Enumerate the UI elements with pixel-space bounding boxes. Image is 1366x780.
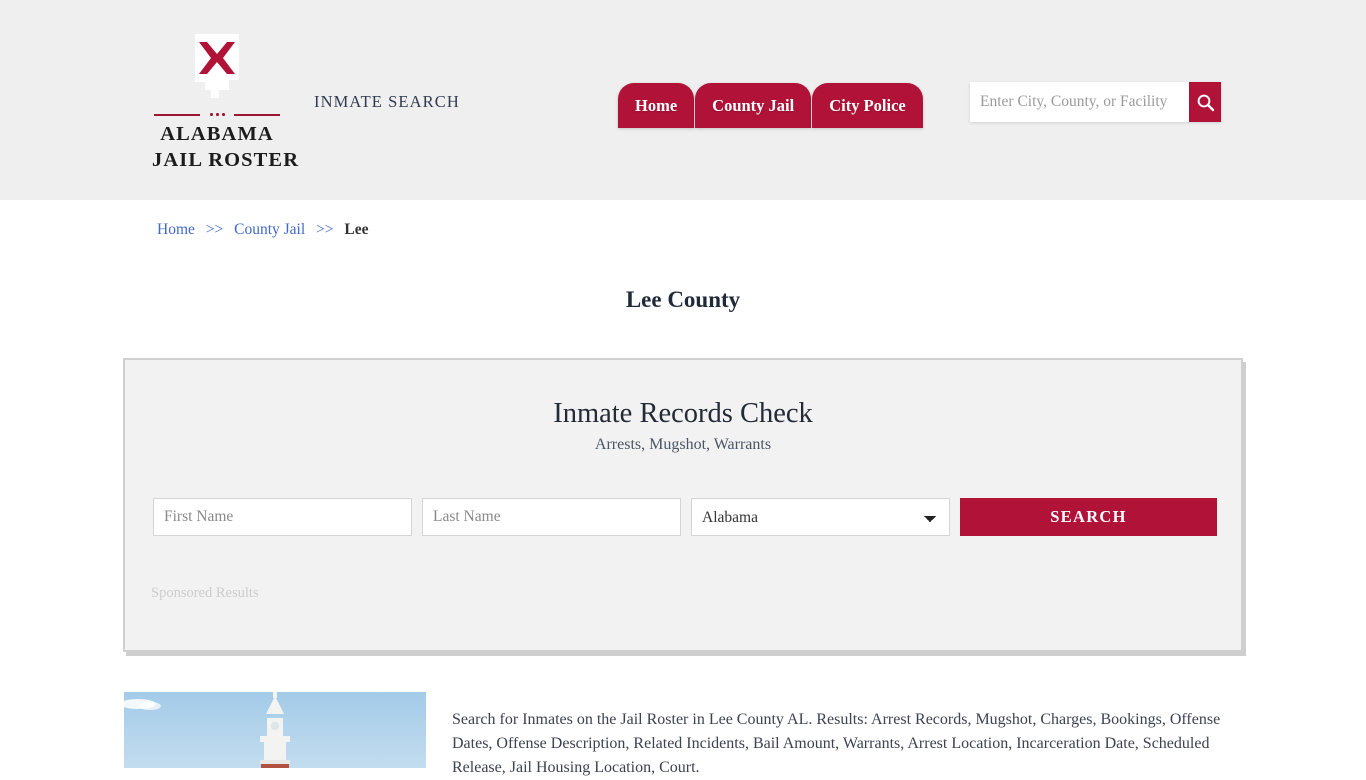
county-description: Search for Inmates on the Jail Roster in…: [452, 711, 1221, 776]
first-name-input[interactable]: [153, 498, 412, 536]
nav-tab-home[interactable]: Home: [618, 83, 695, 128]
header-inner: ALABAMA JAIL ROSTER INMATE SEARCH Home C…: [0, 0, 1366, 200]
breadcrumb-item-county-jail[interactable]: County Jail: [234, 221, 305, 238]
logo-divider: [154, 110, 280, 119]
site-tagline: INMATE SEARCH: [314, 92, 460, 111]
search-icon: [1197, 94, 1214, 111]
search-button[interactable]: SEARCH: [960, 498, 1217, 536]
nav-tab-county-jail[interactable]: County Jail: [695, 83, 812, 128]
inmate-records-panel: Inmate Records Check Arrests, Mugshot, W…: [123, 358, 1243, 652]
site-header: ALABAMA JAIL ROSTER INMATE SEARCH Home C…: [0, 0, 1366, 200]
nav-tab-city-police[interactable]: City Police: [812, 83, 923, 128]
breadcrumb-item-current: Lee: [344, 221, 369, 238]
county-courthouse-thumbnail[interactable]: [124, 692, 426, 768]
alabama-state-cross-icon: [185, 32, 249, 106]
state-select[interactable]: Alabama: [691, 498, 950, 536]
header-search-input[interactable]: [970, 82, 1189, 122]
breadcrumb: Home >> County Jail >> Lee: [157, 221, 369, 239]
header-search: [970, 82, 1221, 122]
logo-text-line1: ALABAMA: [160, 123, 274, 145]
panel-subtitle: Arrests, Mugshot, Warrants: [594, 436, 772, 453]
breadcrumb-separator: >>: [316, 221, 334, 238]
site-logo[interactable]: ALABAMA JAIL ROSTER: [152, 32, 300, 173]
panel-title: Inmate Records Check: [553, 398, 813, 429]
inmate-search-form: Alabama SEARCH: [153, 498, 1217, 536]
primary-nav: Home County Jail City Police: [618, 78, 923, 128]
logo-text-line2: JAIL ROSTER: [152, 149, 300, 172]
breadcrumb-item-home[interactable]: Home: [157, 221, 195, 238]
last-name-input[interactable]: [422, 498, 681, 536]
breadcrumb-separator: >>: [205, 221, 224, 238]
page-title: Lee County: [625, 287, 741, 313]
header-search-button[interactable]: [1189, 82, 1221, 122]
sponsored-results-label: Sponsored Results: [151, 585, 259, 601]
